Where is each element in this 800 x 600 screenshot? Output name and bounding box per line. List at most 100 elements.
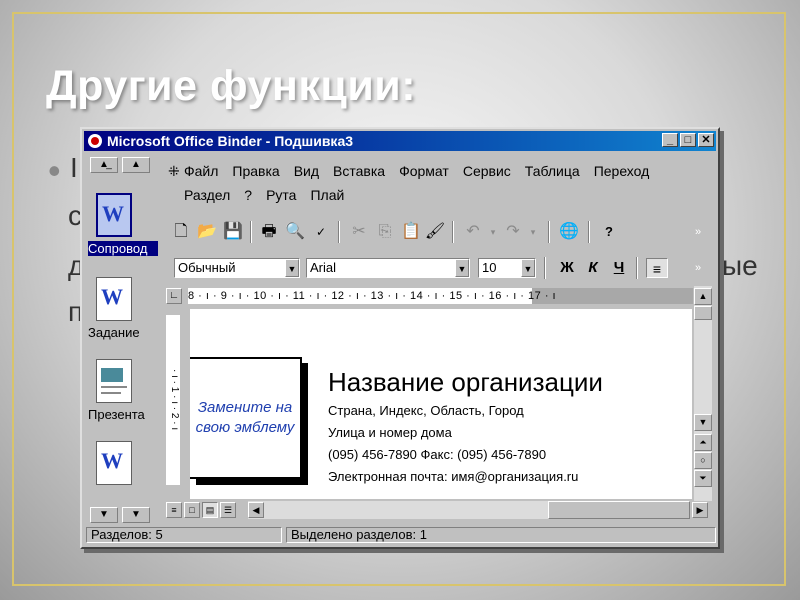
slide-title: Другие функции: [46, 62, 417, 110]
presentation-icon [96, 359, 132, 403]
help-icon[interactable]: ? [598, 222, 620, 242]
menu-play[interactable]: Плай [310, 187, 344, 203]
scroll-thumb[interactable] [694, 306, 712, 320]
style-dropdown[interactable]: Обычный ▼ [174, 258, 300, 278]
web-view-icon[interactable]: □ [184, 502, 200, 518]
next-page-icon[interactable]: ⏷ [694, 470, 712, 487]
horizontal-scroll-thumb[interactable] [548, 501, 690, 519]
scroll-down-last-button[interactable]: ▼ [90, 507, 118, 523]
word-doc-icon: W [96, 277, 132, 321]
size-dropdown[interactable]: 10 ▼ [478, 258, 536, 278]
status-selected-sections: Выделено разделов: 1 [286, 527, 716, 543]
format-painter-icon[interactable]: 🖌 [424, 222, 446, 242]
chevron-down-icon[interactable]: ▼ [521, 259, 535, 277]
underline-button[interactable]: Ч [608, 258, 630, 278]
binder-app-icon[interactable] [88, 134, 102, 148]
style-value: Обычный [178, 260, 236, 275]
bold-button[interactable]: Ж [556, 258, 578, 278]
more-buttons-icon[interactable]: » [687, 258, 709, 278]
menu-help[interactable]: ? [244, 187, 252, 203]
section-item[interactable]: Презента [88, 359, 158, 422]
scroll-right-icon[interactable]: ▶ [692, 502, 708, 518]
more-buttons-icon[interactable]: » [687, 222, 709, 242]
size-value: 10 [482, 260, 497, 275]
page-view-icon[interactable]: ▤ [202, 502, 218, 518]
copy-icon[interactable]: ⎘ [374, 222, 396, 242]
outline-view-icon[interactable]: ☰ [220, 502, 236, 518]
menu-edit[interactable]: Правка [232, 163, 279, 179]
organization-name: Название организации [328, 367, 603, 397]
normal-view-icon[interactable]: ≡ [166, 502, 182, 518]
spelling-icon[interactable]: ✓ [310, 222, 332, 242]
undo-icon[interactable]: ↶ [462, 222, 484, 242]
horizontal-scroll-row: ≡ □ ▤ ☰ ◀ ▶ [162, 501, 715, 519]
slide-text-fragment: ые [722, 250, 758, 281]
word-doc-icon: W [96, 441, 132, 485]
menu-section[interactable]: Раздел [184, 187, 230, 203]
scroll-up-button[interactable]: ▲ [122, 157, 150, 173]
menu-ruta[interactable]: Рута [266, 187, 296, 203]
chevron-down-icon[interactable]: ▼ [285, 259, 299, 277]
font-dropdown[interactable]: Arial ▼ [306, 258, 470, 278]
menu-format[interactable]: Формат [399, 163, 449, 179]
menu-tools[interactable]: Сервис [463, 163, 511, 179]
scroll-up-first-button[interactable]: ▲̲ [90, 157, 118, 173]
address-line: Страна, Индекс, Область, Город [328, 403, 524, 418]
section-item[interactable]: W Задание [88, 277, 158, 340]
new-document-icon[interactable]: 🗋 [170, 222, 192, 242]
redo-icon[interactable]: ↷ [502, 222, 524, 242]
address-line: Улица и номер дома [328, 425, 452, 440]
open-folder-icon[interactable]: 📂 [196, 222, 218, 242]
menu-file[interactable]: Файл [184, 163, 218, 179]
close-button[interactable]: ✕ [698, 133, 714, 147]
previous-page-icon[interactable]: ⏶ [694, 434, 712, 451]
bullet-dot: • [48, 150, 61, 191]
window-title: Microsoft Office Binder - Подшивка3 [107, 133, 354, 149]
undo-dropdown-icon[interactable]: ▾ [482, 222, 504, 242]
scroll-down-icon[interactable]: ▼ [694, 414, 712, 431]
section-label: Презента [88, 407, 145, 422]
section-label: Задание [88, 325, 140, 340]
emblem-placeholder[interactable]: Замените на свою эмблему [190, 357, 302, 479]
horizontal-ruler[interactable]: 8 · ı · 9 · ı · 10 · ı · 11 · ı · 12 · ı… [188, 288, 693, 304]
formatting-toolbar: Обычный ▼ Arial ▼ 10 ▼ Ж К Ч ≡ » [162, 253, 715, 283]
font-value: Arial [310, 260, 337, 275]
paste-icon[interactable]: 📋 [400, 222, 422, 242]
save-icon[interactable]: 💾 [222, 222, 244, 242]
scroll-down-button[interactable]: ▼ [122, 507, 150, 523]
email-line: Электронная почта: имя@организация.ru [328, 469, 579, 484]
word-doc-icon: W [96, 193, 132, 237]
vertical-scrollbar[interactable]: ▲ ▼ ⏶ ○ ⏷ [694, 286, 712, 502]
horizontal-ruler-row: ∟ 8 · ı · 9 · ı · 10 · ı · 11 · ı · 12 ·… [162, 286, 715, 306]
globe-icon[interactable]: 🌐 [558, 222, 580, 242]
scroll-up-icon[interactable]: ▲ [694, 288, 712, 305]
scroll-left-icon[interactable]: ◀ [248, 502, 264, 518]
vertical-ruler[interactable]: · ı · 1 · ı · 2 · ı [162, 307, 184, 499]
align-left-icon[interactable]: ≡ [646, 258, 668, 278]
maximize-button[interactable]: □ [680, 133, 696, 147]
section-item[interactable]: W [88, 441, 158, 485]
print-preview-icon[interactable]: 🔍 [284, 222, 306, 242]
menu-view[interactable]: Вид [294, 163, 319, 179]
horizontal-scrollbar[interactable]: ◀ [248, 501, 690, 519]
redo-dropdown-icon[interactable]: ▾ [522, 222, 544, 242]
menu-insert[interactable]: Вставка [333, 163, 385, 179]
minimize-button[interactable]: _ [662, 133, 678, 147]
cut-icon[interactable]: ✂ [348, 222, 370, 242]
grip-icon[interactable]: ⁜ [168, 163, 180, 180]
tab-stop-icon[interactable]: ∟ [166, 288, 182, 304]
select-browse-object-icon[interactable]: ○ [694, 452, 712, 469]
print-icon[interactable]: 🖶 [258, 222, 280, 242]
chevron-down-icon[interactable]: ▼ [455, 259, 469, 277]
title-bar[interactable]: Microsoft Office Binder - Подшивка3 _ □ … [84, 131, 716, 151]
binder-window: Microsoft Office Binder - Подшивка3 _ □ … [80, 127, 720, 549]
menu-bar: ⁜ Файл Правка Вид Вставка Формат Сервис … [162, 155, 715, 207]
standard-toolbar: 🗋 📂 💾 🖶 🔍 ✓ ✂ ⎘ 📋 🖌 ↶ ▾ ↷ ▾ 🌐 ? » [162, 217, 715, 247]
section-item[interactable]: W Сопровод [88, 193, 158, 256]
menu-goto[interactable]: Переход [594, 163, 650, 179]
section-label: Сопровод [88, 241, 158, 256]
italic-button[interactable]: К [582, 258, 604, 278]
document-page[interactable]: Замените на свою эмблему Название органи… [190, 309, 692, 499]
menu-table[interactable]: Таблица [525, 163, 580, 179]
slide-text-fragment: I [70, 152, 78, 183]
